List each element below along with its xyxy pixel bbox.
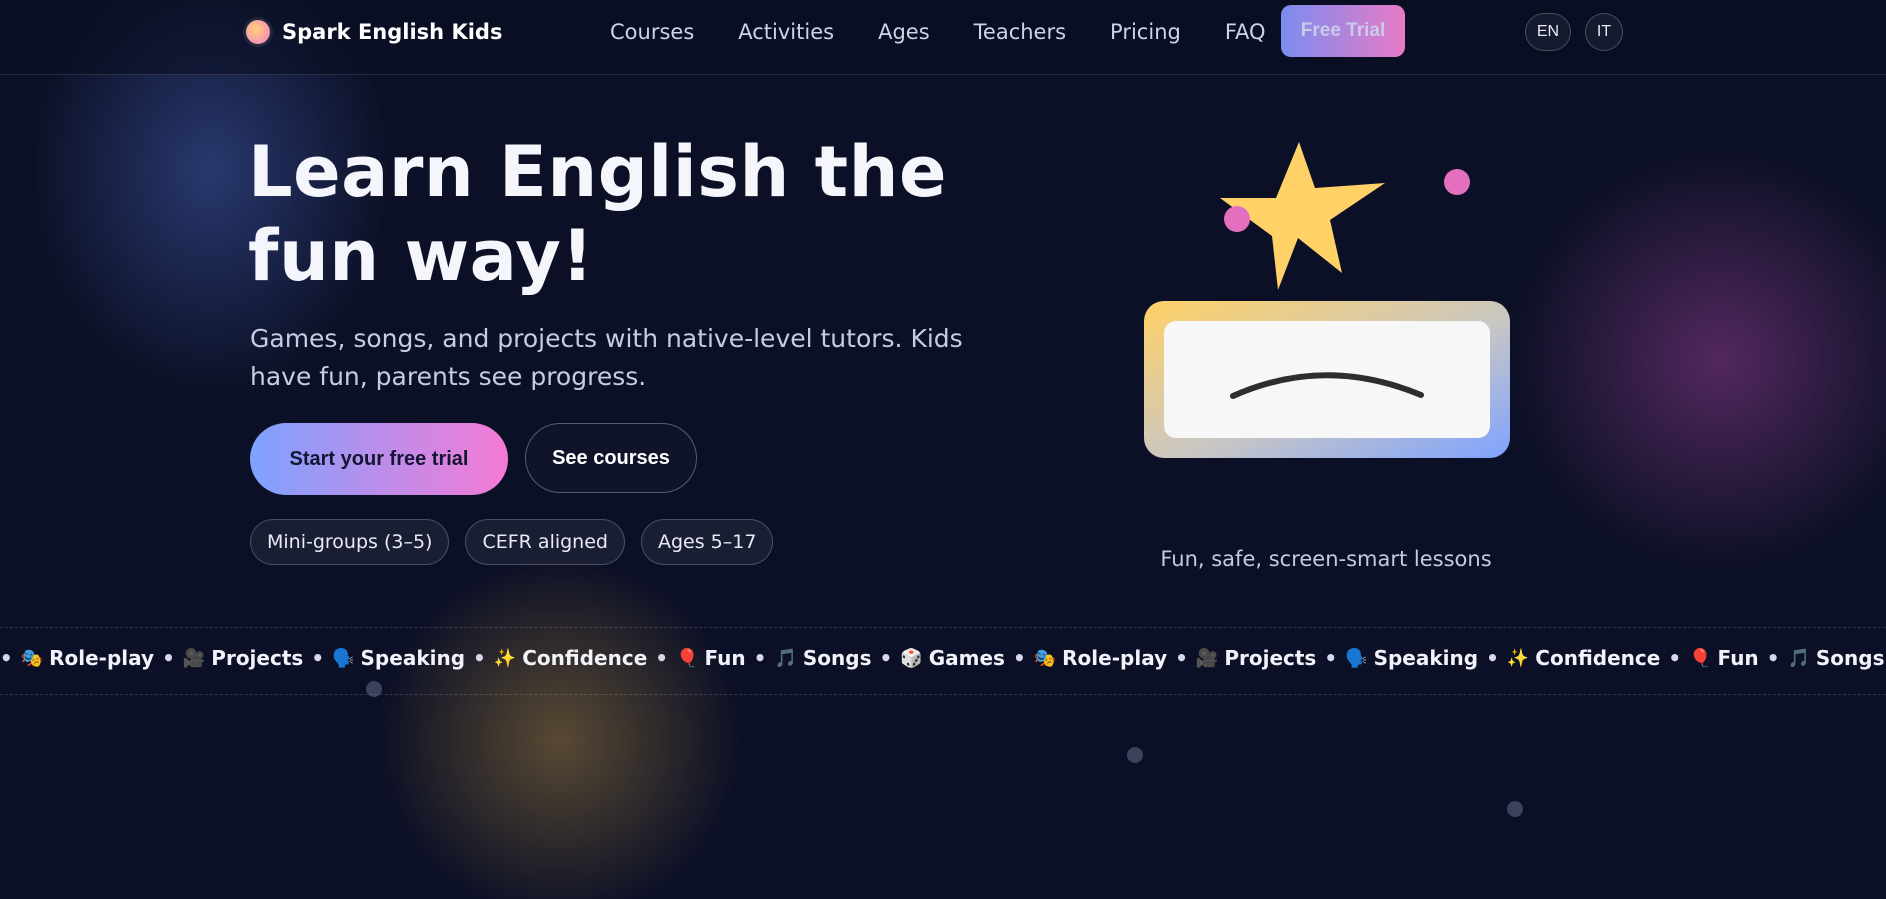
decor-dot: [1507, 801, 1523, 817]
ticker-label: Songs: [1815, 646, 1885, 670]
pink-dot-right: [1444, 169, 1470, 195]
nav-link-activities[interactable]: Activities: [738, 20, 834, 44]
ticker-item: 🎥 Projects •: [1196, 646, 1345, 670]
decor-dot: [366, 681, 382, 697]
ticker-item: 🎭 Role-play •: [1034, 646, 1196, 670]
ticker-separator: •: [1012, 646, 1026, 670]
ticker-item: 🗣️ Speaking •: [1345, 646, 1507, 670]
ticker-separator: •: [311, 646, 325, 670]
ticker-label: Confidence: [1535, 646, 1661, 670]
screen-frown-icon: [1144, 301, 1510, 458]
decor-dot: [1127, 747, 1143, 763]
language-it-button[interactable]: IT: [1585, 13, 1623, 51]
ticker-emoji-icon: 🎥: [182, 647, 206, 669]
language-en-button[interactable]: EN: [1525, 13, 1571, 51]
ticker-separator: •: [1668, 646, 1682, 670]
ticker-label: Fun: [1717, 646, 1759, 670]
ticker-emoji-icon: ✨: [1506, 647, 1530, 669]
hero-subtitle: Games, songs, and projects with native-l…: [250, 324, 963, 391]
ticker-emoji-icon: 🎵: [774, 647, 797, 669]
ticker-item: 🎭 Role-play •: [21, 646, 183, 670]
nav-link-courses[interactable]: Courses: [610, 20, 694, 44]
ticker-emoji-icon: ✨: [493, 647, 517, 669]
ticker-emoji-icon: 🎈: [1689, 647, 1712, 669]
nav-link-faq[interactable]: FAQ: [1225, 20, 1266, 44]
ticker-separator: •: [162, 646, 175, 670]
ticker-item: 🎵Songs •: [774, 646, 900, 670]
landing-page: Spark English Kids Courses Activities Ag…: [0, 0, 1886, 899]
ticker-emoji-icon: 🗣️: [332, 647, 355, 669]
ticker-item: ✨ Confidence •: [1507, 646, 1689, 670]
start-free-trial-button[interactable]: Start your free trial: [250, 423, 508, 495]
ticker-separator: •: [1175, 646, 1188, 670]
hero-illustration: [1144, 142, 1510, 458]
ticker-emoji-icon: 🎈: [676, 647, 699, 669]
ticker-emoji-icon: 🎭: [1033, 647, 1057, 669]
hero-title: Learn English the fun way!: [248, 131, 947, 297]
ticker-label: Speaking: [360, 646, 466, 670]
ticker-label: Role-play: [49, 646, 155, 670]
pill-cefr: CEFR aligned: [465, 519, 625, 565]
nav-link-ages[interactable]: Ages: [878, 20, 930, 44]
see-courses-button[interactable]: See courses: [525, 423, 697, 493]
ticker-emoji-icon: 🎵: [1787, 647, 1810, 669]
feature-pills: Mini-groups (3–5) CEFR aligned Ages 5–17: [250, 519, 774, 565]
pill-mini-groups: Mini-groups (3–5): [250, 519, 450, 565]
ticker-separator: •: [1486, 646, 1499, 670]
pink-dot-left: [1224, 206, 1250, 232]
brand[interactable]: Spark English Kids: [246, 20, 502, 44]
ticker-item: 🗣️ Speaking •: [332, 646, 494, 670]
ticker-label: Projects: [1224, 646, 1317, 670]
ticker-emoji-icon: 🎭: [20, 647, 44, 669]
ticker-item: 🎥 Projects •: [183, 646, 332, 670]
ticker-label: Projects: [211, 646, 304, 670]
ticker-separator: •: [655, 646, 669, 670]
ticker-separator: •: [753, 646, 767, 670]
ticker-item: 🎈 Fun •: [1689, 646, 1787, 670]
ticker-item: ✨ Confidence •: [494, 646, 676, 670]
ticker-item: 🎲 Games •: [900, 646, 1033, 670]
ticker-fragment: s •: [0, 646, 13, 670]
brand-name: Spark English Kids: [282, 20, 503, 44]
ticker-separator: •: [1324, 646, 1338, 670]
ticker-separator: •: [1766, 646, 1780, 670]
ticker-separator: •: [473, 646, 486, 670]
nav-link-pricing[interactable]: Pricing: [1110, 20, 1181, 44]
ticker-emoji-icon: 🎥: [1195, 647, 1219, 669]
ticker-separator: •: [879, 646, 893, 670]
illustration-caption: Fun, safe, screen-smart lessons: [1160, 547, 1492, 571]
pill-ages: Ages 5–17: [640, 519, 774, 565]
ticker-label: Fun: [704, 646, 746, 670]
activities-ticker: s • 🎭Role-play•🎥Projects•🗣️Speaking•✨Con…: [0, 627, 1886, 695]
ticker-label: Songs: [802, 646, 872, 670]
ticker-emoji-icon: 🎲: [900, 647, 923, 669]
top-nav: Spark English Kids Courses Activities Ag…: [0, 0, 1886, 75]
free-trial-button[interactable]: Free Trial: [1281, 5, 1405, 57]
ticker-emoji-icon: 🗣️: [1345, 647, 1368, 669]
ticker-item: 🎈 Fun •: [676, 646, 774, 670]
nav-link-teachers[interactable]: Teachers: [974, 20, 1066, 44]
ticker-label: Speaking: [1373, 646, 1479, 670]
ticker-item: 🎵Songs•: [1787, 646, 1886, 670]
ticker-label: Role-play: [1062, 646, 1168, 670]
brand-logo-icon: [246, 20, 270, 44]
ticker-label: Confidence: [522, 646, 648, 670]
ticker-label: Games: [928, 646, 1005, 670]
ticker-track: s • 🎭Role-play•🎥Projects•🗣️Speaking•✨Con…: [0, 646, 1886, 670]
nav-links: Courses Activities Ages Teachers Pricing…: [610, 20, 1266, 44]
